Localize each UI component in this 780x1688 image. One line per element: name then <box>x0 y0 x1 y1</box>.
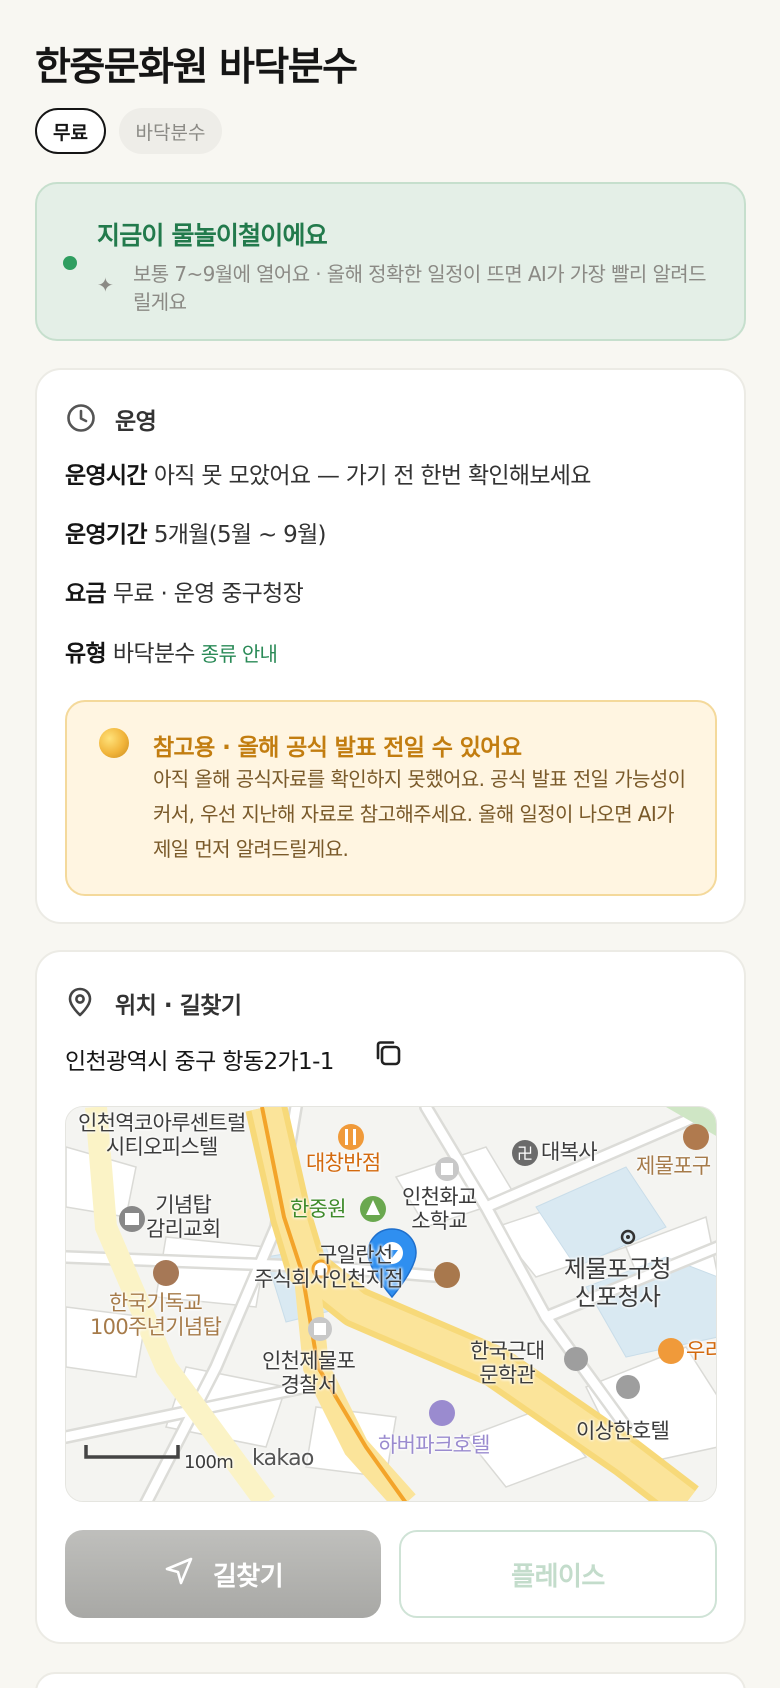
map-label-guil: 구일란선 <box>318 1243 393 1267</box>
map-label-restaurant: 대창반점 <box>306 1151 381 1175</box>
page: 한중문화원 바닥분수 무료 바닥분수 지금이 물놀이철이에요 ✦ 보통 7~9월… <box>0 0 780 1688</box>
operation-section-title: 운영 <box>115 409 157 435</box>
notice-body: 아직 올해 공식자료를 확인하지 못했어요. 공식 발표 전일 가능성이 커서,… <box>153 767 686 861</box>
type-guide-link[interactable]: 종류 안내 <box>201 642 278 666</box>
reference-notice: 참고용 · 올해 공식 발표 전일 수 있어요 아직 올해 공식자료를 확인하지… <box>65 700 717 896</box>
moon-icon <box>99 728 129 758</box>
season-note: 보통 7~9월에 열어요 · 올해 정확한 일정이 뜨면 AI가 가장 빨리 알… <box>133 262 706 314</box>
directions-button[interactable]: 길찾기 <box>65 1530 381 1618</box>
row-fee-key: 요금 <box>65 581 107 607</box>
row-hours-value: 아직 못 모았어요 — 가기 전 한번 확인해보세요 <box>153 463 592 489</box>
map-label-literature: 한국근대 문학관 <box>470 1339 545 1387</box>
season-banner: 지금이 물놀이철이에요 ✦ 보통 7~9월에 열어요 · 올해 정확한 일정이 … <box>35 182 746 341</box>
map-label-hotel: 이상한호텔 <box>576 1419 670 1443</box>
row-period: 운영기간 5개월(5월 ~ 9월) <box>65 515 327 549</box>
price-chip[interactable]: 무료 <box>35 108 106 154</box>
clock-icon <box>65 402 97 438</box>
map-label-officetel: 인천역코아루센트럴 시티오피스텔 <box>78 1111 246 1159</box>
map-label-company: 주식회사인천지점 <box>254 1267 404 1291</box>
map-view[interactable]: 卍 인천역코아루센트럴 시티오피스텔 대창반점 대복사 제물포구 기념탑 감리교… <box>65 1106 717 1502</box>
map-scale-label: 100m <box>184 1452 234 1473</box>
sparkle-icon: ✦ <box>97 273 114 297</box>
row-fee-value: 무료 · 운영 중구청장 <box>112 581 304 607</box>
map-label-church: 기념탑 감리교회 <box>146 1193 221 1241</box>
notice-title: 참고용 · 올해 공식 발표 전일 수 있어요 <box>153 735 522 761</box>
page-title: 한중문화원 바닥분수 <box>35 45 358 90</box>
navigate-icon <box>163 1555 195 1594</box>
row-fee: 요금 무료 · 운영 중구청장 <box>65 574 304 608</box>
row-type-key: 유형 <box>65 641 107 667</box>
map-label-hanjungwon: 한중원 <box>290 1197 347 1221</box>
map-label-office: 제물포구청 신포청사 <box>564 1255 672 1311</box>
row-hours-key: 운영시간 <box>65 463 148 489</box>
svg-text:卍: 卍 <box>517 1144 533 1163</box>
copy-icon[interactable] <box>373 1038 403 1072</box>
pin-icon <box>65 986 95 1022</box>
row-period-key: 운영기간 <box>65 522 148 548</box>
next-card <box>35 1672 746 1688</box>
map-label-temple: 대복사 <box>541 1140 598 1164</box>
row-type-value: 바닥분수 <box>112 641 196 667</box>
map-label-harbor-hotel: 하버파크호텔 <box>378 1433 490 1457</box>
map-label-uri: 우리 <box>686 1339 716 1363</box>
type-chip[interactable]: 바닥분수 <box>119 108 222 154</box>
row-type: 유형 바닥분수 종류 안내 <box>65 634 278 668</box>
season-headline: 지금이 물놀이철이에요 <box>97 221 328 250</box>
operation-card: 운영 운영시간 아직 못 모았어요 — 가기 전 한번 확인해보세요 운영기간 5개… <box>35 368 746 924</box>
kakao-logo: kakao <box>252 1446 314 1471</box>
address-text: 인천광역시 중구 항동2가1-1 <box>65 1049 334 1075</box>
map-label-monument: 한국기독교 100주년기념탑 <box>90 1291 222 1339</box>
place-button[interactable]: 플레이스 <box>399 1530 717 1618</box>
location-card: 위치 · 길찾기 인천광역시 중구 항동2가1-1 卍 인천역코아루센트럴 시티… <box>35 950 746 1644</box>
map-label-school: 인천화교 소학교 <box>402 1185 477 1233</box>
row-period-value: 5개월(5월 ~ 9월) <box>153 522 327 548</box>
directions-label: 길찾기 <box>212 1561 284 1592</box>
map-label-jemulpo: 제물포구 <box>636 1154 711 1178</box>
status-dot <box>63 256 77 270</box>
map-label-police: 인천제물포 경찰서 <box>262 1349 356 1397</box>
location-section-title: 위치 · 길찾기 <box>115 993 242 1019</box>
row-hours: 운영시간 아직 못 모았어요 — 가기 전 한번 확인해보세요 <box>65 456 591 490</box>
